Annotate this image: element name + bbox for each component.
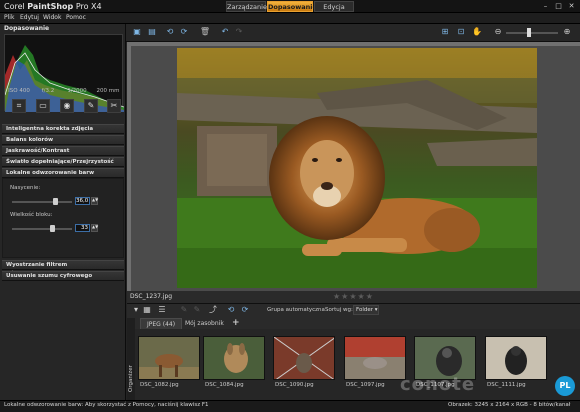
section-fill-light[interactable]: Światło dopełniające/Przejrzystość [2,157,124,167]
thumbnail-6-image [486,337,546,379]
menu-widok[interactable]: Widok [43,14,61,21]
saturation-slider[interactable] [12,201,72,203]
save-as-icon[interactable]: ▤ [146,26,158,38]
straighten-icon[interactable]: ▭ [36,99,50,113]
thumbnail-4[interactable] [344,336,406,380]
organizer-vertical-label: Organizer [128,365,134,392]
pan-hand-icon[interactable]: ✋ [471,26,483,38]
edit-icon[interactable]: ✎ [178,304,190,316]
thumbnail-2-caption: DSC_1084.jpg [205,382,244,388]
sort-select[interactable]: Folder ▾ [353,305,379,315]
status-help-text: Lokalne odwzorowanie barw: Aby skorzysta… [4,402,209,408]
add-tab-button[interactable]: + [226,318,246,329]
section-local-tone-mapping[interactable]: Lokalne odwzorowanie barw [2,168,124,178]
tab-my-tray[interactable]: Mój zasobnik [179,318,230,329]
fit-window-icon[interactable]: ⊡ [455,26,467,38]
lion-photo-graphic [177,48,537,288]
watermark: conote [400,374,476,395]
crop-icon[interactable]: ⌗ [12,99,26,113]
section-digital-noise-removal[interactable]: Usuwanie szumu cyfrowego [2,271,124,281]
share-icon[interactable]: ⤴ [207,304,219,316]
makeover-icon[interactable]: ✂ [107,99,121,113]
thumbnail-6[interactable] [485,336,547,380]
zoom-in-icon[interactable]: ⊕ [561,26,573,38]
block-size-input[interactable]: 33 [75,224,90,232]
rotate-right-icon[interactable]: ⟳ [178,26,190,38]
view-mode-icon[interactable]: ▦ [141,304,153,316]
rotate-left-icon[interactable]: ⟲ [164,26,176,38]
zoom-out-icon[interactable]: ⊖ [492,26,504,38]
close-icon[interactable]: ✕ [566,1,577,11]
thumbnail-1[interactable] [138,336,200,380]
rating-stars[interactable]: ★★★★★ [333,292,374,301]
thumbnail-2[interactable] [203,336,265,380]
undo-icon[interactable]: ↶ [219,26,231,38]
exif-focal: 200 mm [96,88,120,94]
file-name: DSC_1237.jpg [130,293,173,300]
menu-pomoc[interactable]: Pomoc [66,14,86,21]
zoom-slider[interactable] [506,32,558,34]
rotate-left-small-icon[interactable]: ⟲ [225,304,237,316]
status-image-info: Obrazek: 3245 x 2164 x RGB - 8 bitów/kan… [448,402,571,408]
thumbnail-1-image [139,337,199,379]
zoom-slider-knob[interactable] [527,28,531,37]
section-color-balance[interactable]: Balans kolorów [2,135,124,145]
block-size-spinner[interactable]: ▲▼ [91,224,98,232]
redo-icon[interactable]: ↷ [233,26,245,38]
section-high-pass-sharpen[interactable]: Wyostrzanie filtrem górnoprzepustowym [2,260,124,277]
app-title: Corel PaintShop Pro X4 [4,2,102,11]
minimize-icon[interactable]: – [540,1,551,11]
save-icon[interactable]: ▣ [131,26,143,38]
auto-group-button[interactable]: Grupa automatyczna [267,307,325,313]
sort-select-value: Folder [356,307,373,313]
block-size-label: Wielkość bloku: [10,212,53,218]
tab-dopasowanie[interactable]: Dopasowanie [267,1,317,12]
thumbnail-4-image [345,337,405,379]
sort-label: Sortuj wg: [325,307,353,313]
exif-aperture: f/3.2 [41,88,55,94]
saturation-label: Nasycenie: [10,185,41,191]
tab-zarzadzanie[interactable]: Zarządzanie [226,1,267,12]
thumbnail-3[interactable] [273,336,335,380]
tab-edycja[interactable]: Edycja [314,1,354,12]
actual-size-icon[interactable]: ⊞ [439,26,451,38]
menu-plik[interactable]: Plik [4,14,14,21]
block-size-slider[interactable] [12,228,72,230]
thumbnail-3-image [274,337,334,379]
red-eye-icon[interactable]: ◉ [60,99,74,113]
exif-iso: ISO 400 [8,88,30,94]
thumbnail-3-caption: DSC_1090.jpg [275,382,314,388]
lion-photo[interactable] [177,48,537,288]
menu-edytuj[interactable]: Edytuj [20,14,39,21]
maximize-icon[interactable]: □ [553,1,564,11]
section-smart-photo-fix[interactable]: Inteligentna korekta zdjęcia [2,124,124,134]
retouch-icon[interactable]: ✎ [84,99,98,113]
thumbnail-2-image [204,337,264,379]
thumbnail-1-caption: DSC_1082.jpg [140,382,179,388]
panel-title: Dopasowanie [4,25,50,32]
ruler-horizontal [127,42,580,46]
ruler-vertical [127,42,131,291]
menu-bar [0,13,580,24]
saturation-slider-knob[interactable] [53,198,59,205]
saturation-spinner[interactable]: ▲▼ [91,197,98,205]
trash-icon[interactable]: 🗑 [199,26,211,38]
saturation-input[interactable]: 36,0 [75,197,90,205]
pl-badge: PL [555,376,575,396]
block-size-slider-knob[interactable] [49,225,55,232]
section-brightness-contrast[interactable]: Jaskrawość/Kontrast [2,146,124,156]
list-view-icon[interactable]: ☰ [156,304,168,316]
exif-shutter: 1/2000 [67,88,87,94]
tab-jpeg[interactable]: JPEG (44) [140,318,183,329]
thumbnail-4-caption: DSC_1097.jpg [346,382,385,388]
thumbnail-6-caption: DSC_1111.jpg [487,382,526,388]
rotate-right-small-icon[interactable]: ⟳ [239,304,251,316]
paintshop-window: Corel PaintShop Pro X4 Zarządzanie Dopas… [0,0,580,412]
brush-icon[interactable]: ✎ [191,304,203,316]
